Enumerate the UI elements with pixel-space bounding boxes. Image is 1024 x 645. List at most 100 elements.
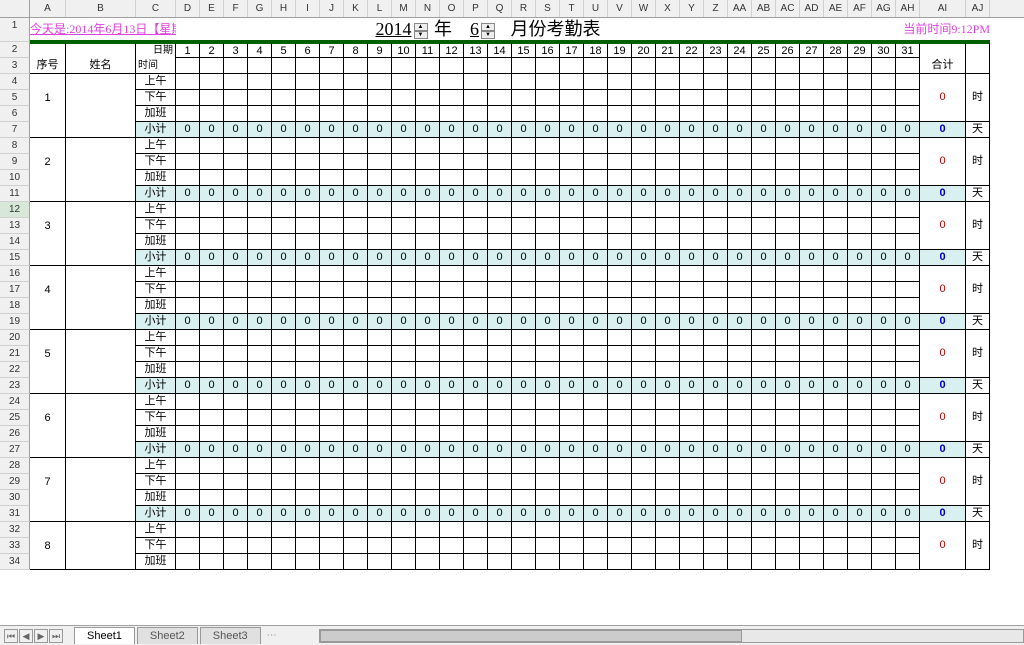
col-header-T[interactable]: T xyxy=(560,0,584,17)
row-header-28[interactable]: 28 xyxy=(0,458,30,474)
row-header-9[interactable]: 9 xyxy=(0,154,30,170)
col-header-H[interactable]: H xyxy=(272,0,296,17)
col-header-Y[interactable]: Y xyxy=(680,0,704,17)
scroll-thumb[interactable] xyxy=(320,630,742,642)
chevron-down-icon[interactable]: ▼ xyxy=(481,31,495,39)
col-header-L[interactable]: L xyxy=(368,0,392,17)
row-header-14[interactable]: 14 xyxy=(0,234,30,250)
col-header-AH[interactable]: AH xyxy=(896,0,920,17)
col-header-I[interactable]: I xyxy=(296,0,320,17)
col-header-O[interactable]: O xyxy=(440,0,464,17)
row-header-29[interactable]: 29 xyxy=(0,474,30,490)
col-header-P[interactable]: P xyxy=(464,0,488,17)
col-header-C[interactable]: C xyxy=(136,0,176,17)
row-header-2[interactable]: 2 xyxy=(0,42,30,58)
sheet-tab-Sheet1[interactable]: Sheet1 xyxy=(74,627,135,644)
subtotal-total: 0 xyxy=(920,378,966,394)
row-header-7[interactable]: 7 xyxy=(0,122,30,138)
col-header-M[interactable]: M xyxy=(392,0,416,17)
row-header-34[interactable]: 34 xyxy=(0,554,30,570)
period-小计: 小计 xyxy=(136,122,176,138)
col-header-V[interactable]: V xyxy=(608,0,632,17)
col-header-AG[interactable]: AG xyxy=(872,0,896,17)
row-header-6[interactable]: 6 xyxy=(0,106,30,122)
row-header-26[interactable]: 26 xyxy=(0,426,30,442)
title-center: 2014▲▼ 年 6▲▼ 月份考勤表 xyxy=(176,18,800,42)
row-header-20[interactable]: 20 xyxy=(0,330,30,346)
row-header-10[interactable]: 10 xyxy=(0,170,30,186)
col-header-G[interactable]: G xyxy=(248,0,272,17)
month-value[interactable]: 6 xyxy=(470,19,479,39)
chevron-up-icon[interactable]: ▲ xyxy=(414,23,428,31)
day-header-11: 11 xyxy=(416,42,440,58)
col-header-X[interactable]: X xyxy=(656,0,680,17)
col-header-K[interactable]: K xyxy=(344,0,368,17)
col-header-AE[interactable]: AE xyxy=(824,0,848,17)
col-header-B[interactable]: B xyxy=(66,0,136,17)
col-header-AC[interactable]: AC xyxy=(776,0,800,17)
row-header-3[interactable]: 3 xyxy=(0,58,30,74)
col-header-Z[interactable]: Z xyxy=(704,0,728,17)
col-header-AA[interactable]: AA xyxy=(728,0,752,17)
sheet-tab-Sheet2[interactable]: Sheet2 xyxy=(137,627,198,644)
period-下午: 下午 xyxy=(136,218,176,234)
col-header-J[interactable]: J xyxy=(320,0,344,17)
select-all-corner[interactable] xyxy=(0,0,30,18)
tab-first-icon[interactable]: ⏮ xyxy=(4,629,18,643)
chevron-down-icon[interactable]: ▼ xyxy=(414,31,428,39)
month-spinner[interactable]: ▲▼ xyxy=(481,23,495,39)
row-header-19[interactable]: 19 xyxy=(0,314,30,330)
tab-prev-icon[interactable]: ◀ xyxy=(19,629,33,643)
row-header-25[interactable]: 25 xyxy=(0,410,30,426)
row-header-1[interactable]: 1 xyxy=(0,18,30,42)
col-header-R[interactable]: R xyxy=(512,0,536,17)
row-header-22[interactable]: 22 xyxy=(0,362,30,378)
row-header-18[interactable]: 18 xyxy=(0,298,30,314)
row-header-8[interactable]: 8 xyxy=(0,138,30,154)
row-header-27[interactable]: 27 xyxy=(0,442,30,458)
period-加班: 加班 xyxy=(136,362,176,378)
row-header-31[interactable]: 31 xyxy=(0,506,30,522)
row-header-16[interactable]: 16 xyxy=(0,266,30,282)
tab-next-icon[interactable]: ▶ xyxy=(34,629,48,643)
col-header-Q[interactable]: Q xyxy=(488,0,512,17)
row-header-5[interactable]: 5 xyxy=(0,90,30,106)
row-header-15[interactable]: 15 xyxy=(0,250,30,266)
row-header-23[interactable]: 23 xyxy=(0,378,30,394)
sheet-tab-Sheet3[interactable]: Sheet3 xyxy=(200,627,261,644)
row-header-30[interactable]: 30 xyxy=(0,490,30,506)
col-header-AJ[interactable]: AJ xyxy=(966,0,990,17)
row-header-13[interactable]: 13 xyxy=(0,218,30,234)
period-上午: 上午 xyxy=(136,330,176,346)
add-sheet-icon[interactable]: ⋯ xyxy=(267,630,279,642)
chevron-up-icon[interactable]: ▲ xyxy=(481,23,495,31)
row-header-33[interactable]: 33 xyxy=(0,538,30,554)
row-header-12[interactable]: 12 xyxy=(0,202,30,218)
col-header-W[interactable]: W xyxy=(632,0,656,17)
row-header-24[interactable]: 24 xyxy=(0,394,30,410)
row-header-11[interactable]: 11 xyxy=(0,186,30,202)
row-header-17[interactable]: 17 xyxy=(0,282,30,298)
col-header-F[interactable]: F xyxy=(224,0,248,17)
year-value[interactable]: 2014 xyxy=(376,19,412,39)
row-header-4[interactable]: 4 xyxy=(0,74,30,90)
col-header-N[interactable]: N xyxy=(416,0,440,17)
col-header-S[interactable]: S xyxy=(536,0,560,17)
period-加班: 加班 xyxy=(136,106,176,122)
col-header-U[interactable]: U xyxy=(584,0,608,17)
col-header-AD[interactable]: AD xyxy=(800,0,824,17)
col-header-D[interactable]: D xyxy=(176,0,200,17)
col-header-AF[interactable]: AF xyxy=(848,0,872,17)
tab-last-icon[interactable]: ⏭ xyxy=(49,629,63,643)
col-header-AB[interactable]: AB xyxy=(752,0,776,17)
horizontal-scrollbar[interactable] xyxy=(319,629,1024,643)
year-spinner[interactable]: ▲▼ xyxy=(414,23,428,39)
row-header-32[interactable]: 32 xyxy=(0,522,30,538)
period-上午: 上午 xyxy=(136,74,176,90)
spreadsheet-grid[interactable]: 今天是:2014年6月13日【星期五】2014▲▼ 年 6▲▼ 月份考勤表当前时… xyxy=(30,18,1024,570)
row-header-21[interactable]: 21 xyxy=(0,346,30,362)
day-header-30: 30 xyxy=(872,42,896,58)
col-header-AI[interactable]: AI xyxy=(920,0,966,17)
col-header-E[interactable]: E xyxy=(200,0,224,17)
col-header-A[interactable]: A xyxy=(30,0,66,17)
